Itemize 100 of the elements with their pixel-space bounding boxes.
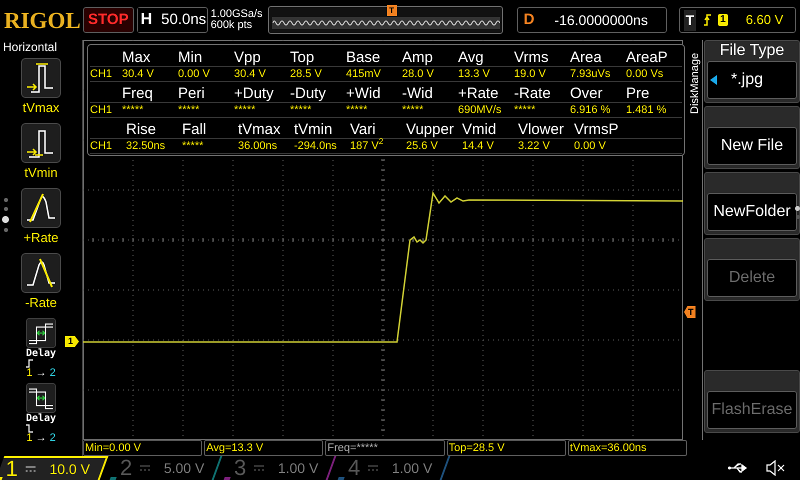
measurement-name: Max — [122, 49, 152, 66]
measurement-name: Vlower — [518, 121, 565, 138]
rising-slope-icon — [21, 188, 61, 228]
softkey[interactable]: New File — [704, 106, 800, 169]
measurement-name: Amp — [402, 49, 434, 66]
measure-option[interactable]: Delay 1 → 2 — [21, 318, 61, 379]
measurement-name: Top — [290, 49, 316, 66]
measurement-name: tVmin — [294, 121, 334, 138]
falling-slope-icon — [21, 253, 61, 293]
measurement-value: 30.4 V — [234, 68, 267, 80]
measurement-name: Peri — [178, 85, 206, 102]
measurement-name: Vari — [350, 121, 377, 138]
channel-marker[interactable]: 1 — [65, 336, 80, 347]
measurement-value: ***** — [234, 104, 256, 116]
measurement-value: 28.0 V — [402, 68, 435, 80]
measurement-name: Vpp — [234, 49, 262, 66]
memory-depth: 600k pts — [210, 20, 254, 31]
run-status[interactable]: STOP — [83, 7, 134, 33]
measurement-name: Vrms — [514, 49, 550, 66]
measurement-value: 28.5 V — [290, 68, 323, 80]
menu-tab[interactable]: DiskManage — [688, 40, 702, 114]
measurement-value: 1.481 % — [626, 104, 668, 116]
pulse-min-icon — [21, 123, 61, 163]
mute-icon — [766, 460, 786, 476]
measurement-value: 187 V$^{2}$ — [350, 140, 384, 152]
measure-option[interactable]: +Rate — [21, 188, 61, 249]
measure-option[interactable]: tVmin — [21, 123, 61, 184]
dc-coupling-icon — [254, 465, 264, 471]
timebase-display[interactable]: H 50.0ns — [136, 7, 208, 33]
softkey[interactable]: File Type *.jpg — [704, 40, 800, 103]
measurement-name: tVmax — [238, 121, 282, 138]
measurement-name: -Duty — [290, 85, 327, 102]
measurement-value: 3.22 V — [518, 140, 551, 152]
measurement-value: 0.00 V — [178, 68, 211, 80]
measurement-value: ***** — [178, 104, 200, 116]
left-arrow-icon — [710, 75, 717, 85]
measurement-readout: Top=28.5 V — [446, 440, 566, 456]
measurement-name: Base — [346, 49, 382, 66]
menu-title: Horizontal — [2, 40, 58, 54]
channel-tab[interactable]: 4 1.00 V — [338, 456, 450, 480]
measurement-name: Fall — [182, 121, 208, 138]
measurement-value: 7.93uVs — [570, 68, 612, 80]
measurement-value: 32.50ns — [126, 140, 166, 152]
measure-option[interactable]: Delay 1 → 2 — [21, 383, 61, 444]
measurement-name: AreaP — [626, 49, 669, 66]
measurement-value: 690MV/s — [458, 104, 502, 116]
measurement-value: 13.3 V — [458, 68, 491, 80]
measurement-name: Over — [570, 85, 604, 102]
measurement-readout: Avg=13.3 V — [204, 440, 324, 456]
measurement-name: +Duty — [234, 85, 275, 102]
measurement-value: 19.0 V — [514, 68, 547, 80]
measurement-name: +Rate — [458, 85, 500, 102]
brand-logo: RIGOL — [4, 8, 80, 32]
measurement-name: Rise — [126, 121, 158, 138]
measurement-value: 0.00 V — [574, 140, 607, 152]
trigger-position-marker: T — [386, 5, 397, 16]
sample-rate: 1.00GSa/s — [210, 9, 264, 20]
channel-tab[interactable]: 2 5.00 V — [110, 456, 222, 480]
measurement-name: -Wid — [402, 85, 434, 102]
channel-label: CH1 — [90, 102, 114, 118]
measurement-name: Pre — [626, 85, 650, 102]
channel-label: CH1 — [90, 138, 114, 154]
measurement-value: 36.00ns — [238, 140, 278, 152]
measurement-name: +Wid — [346, 85, 382, 102]
measure-option[interactable]: tVmax — [21, 58, 61, 119]
measurement-name: VrmsP — [574, 121, 620, 138]
measurement-value: ***** — [514, 104, 536, 116]
measure-option[interactable]: -Rate — [21, 253, 61, 314]
channel-tab[interactable]: 1 10.0 V — [0, 456, 108, 480]
measurement-value: ***** — [290, 104, 312, 116]
falling-edge-icon — [26, 424, 33, 433]
measurement-readout: Min=0.00 V — [83, 440, 202, 456]
measurement-name: Vupper — [406, 121, 455, 138]
measurement-name: -Rate — [514, 85, 552, 102]
dc-coupling-icon — [26, 466, 36, 472]
softkey[interactable]: NewFolder — [704, 172, 800, 235]
measurement-readout: Freq=***** — [325, 440, 445, 456]
channel-tab[interactable]: 3 1.00 V — [224, 456, 336, 480]
measurement-value: ***** — [122, 104, 144, 116]
measurement-value: 6.916 % — [570, 104, 612, 116]
dc-coupling-icon — [368, 465, 378, 471]
measurement-value: ***** — [402, 104, 424, 116]
measurement-name: Min — [178, 49, 204, 66]
measurement-value: 25.6 V — [406, 140, 439, 152]
measurement-value: ***** — [346, 104, 368, 116]
dc-coupling-icon — [140, 465, 150, 471]
measurement-name: Vmid — [462, 121, 498, 138]
delay-display[interactable]: D -16.0000000ns — [516, 7, 667, 33]
pulse-max-icon — [21, 58, 61, 98]
trigger-display[interactable]: T 1 6.60 V — [678, 7, 796, 33]
measurement-name: Area — [570, 49, 603, 66]
rising-edge-icon — [702, 13, 712, 27]
measurement-readout: tVmax=36.00ns — [568, 440, 688, 456]
measurement-value: 30.4 V — [122, 68, 155, 80]
channel-label: CH1 — [90, 66, 114, 82]
measurement-value: 0.00 Vs — [626, 68, 664, 80]
measurement-value: ***** — [182, 140, 204, 152]
rising-edge-icon — [26, 359, 33, 368]
trigger-level-marker[interactable]: T — [684, 306, 696, 318]
measurement-value: -294.0ns — [294, 140, 338, 152]
